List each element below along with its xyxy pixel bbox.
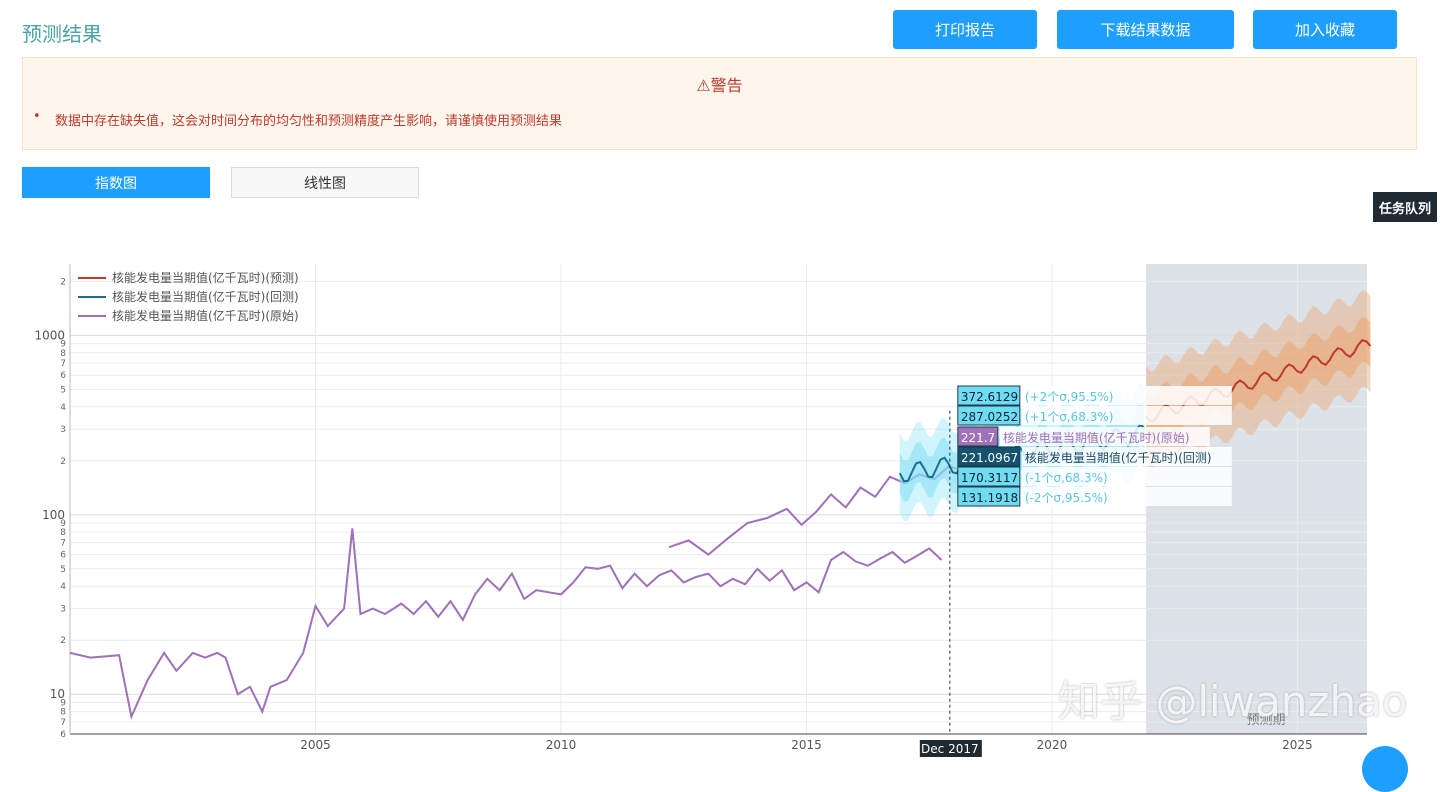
y-minor-tick-label: 8: [60, 528, 66, 538]
y-minor-tick-label: 2: [60, 277, 66, 287]
download-data-button[interactable]: 下载结果数据: [1057, 10, 1234, 49]
y-minor-tick-label: 7: [60, 539, 66, 549]
legend-entry: 核能发电量当期值(亿千瓦时)(预测): [112, 270, 299, 285]
tooltip-label: 核能发电量当期值(亿千瓦时)(原始): [1003, 430, 1190, 445]
x-tick-label: 2005: [300, 738, 331, 752]
print-report-button[interactable]: 打印报告: [893, 10, 1037, 49]
tooltip-label: (-2个σ,95.5%): [1025, 491, 1108, 505]
y-minor-tick-label: 5: [60, 385, 66, 395]
legend-entry: 核能发电量当期值(亿千瓦时)(回测): [112, 289, 299, 304]
x-tick-label: 2015: [791, 738, 822, 752]
alert-message: 数据中存在缺失值，这会对时间分布的均匀性和预测精度产生影响，请谨慎使用预测结果: [33, 109, 562, 129]
y-minor-tick-label: 4: [60, 403, 66, 413]
tooltip-value: 287.0252: [961, 410, 1018, 424]
series-original-line: [69, 528, 943, 720]
x-tick-label: 2010: [546, 738, 577, 752]
y-minor-tick-label: 2: [60, 457, 66, 467]
floating-action-button[interactable]: [1362, 746, 1408, 792]
y-minor-tick-label: 8: [60, 349, 66, 359]
y-minor-tick-label: 6: [60, 730, 66, 740]
tooltip-value: 131.1918: [961, 491, 1018, 505]
tooltip-value: 372.6129: [961, 390, 1018, 404]
y-minor-tick-label: 2: [60, 636, 66, 646]
task-queue-button[interactable]: 任务队列: [1373, 192, 1437, 222]
tooltip-label: (+1个σ,68.3%): [1025, 410, 1114, 424]
y-minor-tick-label: 8: [60, 708, 66, 718]
x-tick-label: 2020: [1037, 738, 1068, 752]
y-minor-tick-label: 7: [60, 359, 66, 369]
y-minor-tick-label: 3: [60, 425, 66, 435]
hover-x-label: Dec 2017: [921, 742, 979, 756]
alert-title: ⚠警告: [696, 76, 743, 95]
y-tick-label: 1000: [34, 328, 65, 342]
tooltip-label: (-1个σ,68.3%): [1025, 471, 1108, 485]
tooltip-label: (+2个σ,95.5%): [1025, 390, 1114, 404]
tab-linear-chart[interactable]: 线性图: [231, 167, 419, 198]
page-title: 预测结果: [22, 22, 102, 46]
tooltip-value: 221.0967: [961, 451, 1018, 465]
tab-log-chart[interactable]: 指数图: [22, 167, 210, 198]
y-tick-label: 10: [50, 687, 65, 701]
y-tick-label: 100: [42, 508, 65, 522]
tooltip-value: 221.7: [961, 431, 995, 445]
y-minor-tick-label: 7: [60, 718, 66, 728]
legend-entry: 核能发电量当期值(亿千瓦时)(原始): [112, 308, 299, 323]
y-minor-tick-label: 4: [60, 582, 66, 592]
add-favorite-button[interactable]: 加入收藏: [1253, 10, 1397, 49]
y-minor-tick-label: 6: [60, 371, 66, 381]
tooltip-value: 170.3117: [961, 471, 1018, 485]
tooltip-label: 核能发电量当期值(亿千瓦时)(回测): [1025, 450, 1212, 465]
warning-alert: ⚠警告 数据中存在缺失值，这会对时间分布的均匀性和预测精度产生影响，请谨慎使用预…: [22, 57, 1417, 150]
y-minor-tick-label: 6: [60, 551, 66, 561]
y-minor-tick-label: 5: [60, 565, 66, 575]
watermark: 知乎 @liwanzhao: [1058, 677, 1408, 726]
x-tick-label: 2025: [1282, 738, 1313, 752]
y-minor-tick-label: 3: [60, 605, 66, 615]
